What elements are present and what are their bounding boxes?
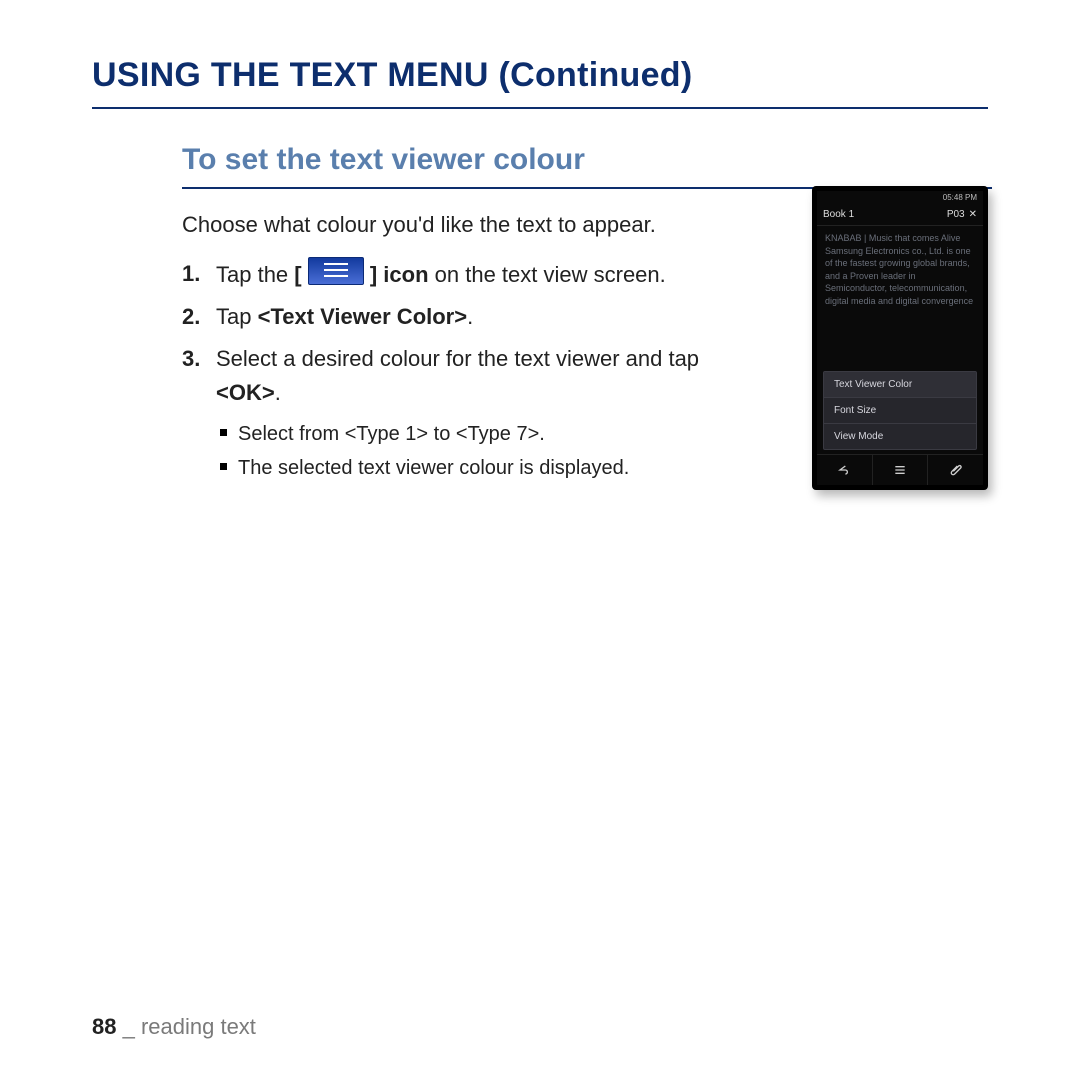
step-3: 3. Select a desired colour for the text … <box>182 342 752 484</box>
footer: 88 _ reading text <box>92 1014 256 1040</box>
steps-list: 1. Tap the [ ] icon on the text view scr… <box>182 257 752 484</box>
bracket-close: ] <box>364 262 384 287</box>
step-text-c: . <box>275 380 281 405</box>
device-screenshot: 05:48 PM Book 1 P03 ✕ KNABAB | Music tha… <box>812 186 988 490</box>
screenshot-title: Book 1 <box>823 209 854 220</box>
menu-icon <box>873 455 929 485</box>
back-icon <box>817 455 873 485</box>
text-column: Choose what colour you'd like the text t… <box>182 209 752 484</box>
screenshot-title-bar: Book 1 P03 ✕ <box>817 203 983 226</box>
step-text-a: Tap the <box>216 262 294 287</box>
sub-bullets: Select from <Type 1> to <Type 7>. The se… <box>216 418 752 484</box>
step-2: 2. Tap <Text Viewer Color>. <box>182 300 752 334</box>
section-heading: To set the text viewer colour <box>182 143 992 189</box>
step-1: 1. Tap the [ ] icon on the text view scr… <box>182 257 752 292</box>
attach-icon <box>928 455 983 485</box>
step-number: 1. <box>182 257 200 291</box>
footer-section: reading text <box>141 1014 256 1039</box>
step-text-c: on the text view screen. <box>429 262 666 287</box>
step-text-b: <Text Viewer Color> <box>258 304 468 329</box>
step-text-b: <OK> <box>216 380 275 405</box>
step-text-c: . <box>467 304 473 329</box>
bracket-open: [ <box>294 262 307 287</box>
bullet-2: The selected text viewer colour is displ… <box>216 452 752 484</box>
footer-sep: _ <box>116 1014 140 1039</box>
step-text-b: icon <box>383 262 428 287</box>
status-right: 05:48 PM <box>943 193 977 202</box>
step-text-a: Tap <box>216 304 258 329</box>
bullet-1: Select from <Type 1> to <Type 7>. <box>216 418 752 450</box>
menu-icon <box>308 257 364 285</box>
screenshot-popup-menu: Text Viewer Color Font Size View Mode <box>823 371 977 450</box>
screenshot-bottom-bar <box>817 454 983 485</box>
screenshot-inner: 05:48 PM Book 1 P03 ✕ KNABAB | Music tha… <box>817 191 983 485</box>
screenshot-page: P03 <box>947 209 965 220</box>
step-number: 3. <box>182 342 200 376</box>
intro-text: Choose what colour you'd like the text t… <box>182 209 752 241</box>
status-bar: 05:48 PM <box>817 191 983 203</box>
screenshot-sample-text: KNABAB | Music that comes Alive Samsung … <box>817 226 983 371</box>
page-heading: USING THE TEXT MENU (Continued) <box>92 56 988 109</box>
step-text-a: Select a desired colour for the text vie… <box>216 346 699 371</box>
manual-page: USING THE TEXT MENU (Continued) To set t… <box>0 0 1080 1080</box>
step-number: 2. <box>182 300 200 334</box>
close-icon: ✕ <box>969 209 977 220</box>
menu-item-font-size: Font Size <box>824 398 976 424</box>
menu-item-text-viewer-color: Text Viewer Color <box>824 372 976 398</box>
menu-item-view-mode: View Mode <box>824 424 976 449</box>
page-number: 88 <box>92 1014 116 1039</box>
